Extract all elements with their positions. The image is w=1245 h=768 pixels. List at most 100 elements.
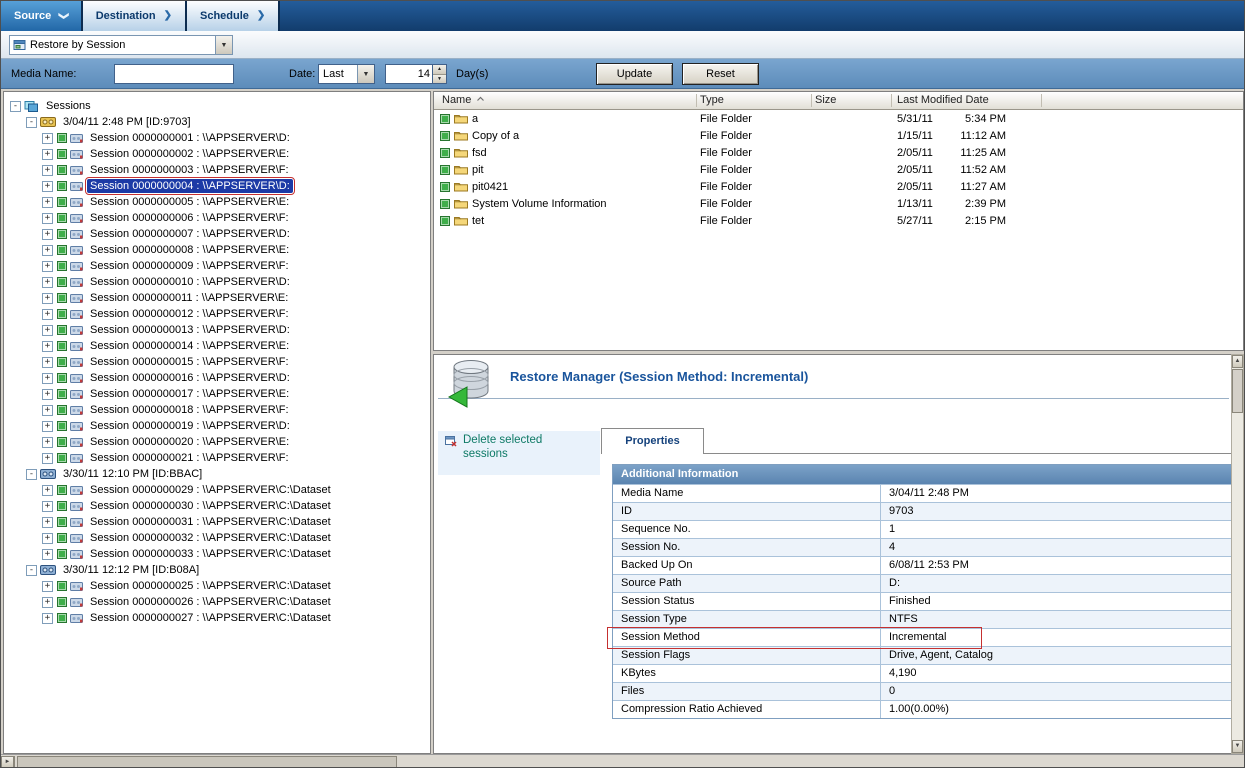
tree-session-label[interactable]: Session 0000000032 : \\APPSERVER\C:\Data… — [87, 531, 334, 545]
tree-expander-icon[interactable]: + — [42, 549, 53, 560]
tree-session-label[interactable]: Session 0000000012 : \\APPSERVER\F: — [87, 307, 292, 321]
tree-session-label[interactable]: Session 0000000011 : \\APPSERVER\E: — [87, 291, 291, 305]
tree-session-label[interactable]: Session 0000000018 : \\APPSERVER\F: — [87, 403, 292, 417]
tree-expander-icon[interactable]: + — [42, 485, 53, 496]
tree-session-label[interactable]: Session 0000000026 : \\APPSERVER\C:\Data… — [87, 595, 334, 609]
session-checkbox[interactable] — [57, 341, 67, 351]
file-checkbox[interactable] — [440, 114, 450, 124]
tree-expander-icon[interactable]: + — [42, 197, 53, 208]
scroll-up-icon[interactable]: ▲ — [1232, 355, 1243, 368]
tree-expander-icon[interactable]: + — [42, 181, 53, 192]
vertical-scrollbar[interactable]: ▲ ▼ — [1231, 354, 1244, 754]
column-divider[interactable] — [696, 94, 697, 107]
session-checkbox[interactable] — [57, 485, 67, 495]
tree-expander-icon[interactable]: + — [42, 421, 53, 432]
tree-session-label[interactable]: Session 0000000013 : \\APPSERVER\D: — [87, 323, 293, 337]
session-checkbox[interactable] — [57, 613, 67, 623]
file-name[interactable]: a — [472, 113, 478, 125]
tree-expander-icon[interactable]: - — [10, 101, 21, 112]
tree-expander-icon[interactable]: + — [42, 373, 53, 384]
session-checkbox[interactable] — [57, 581, 67, 591]
scrollbar-thumb[interactable] — [1232, 369, 1243, 413]
column-header-modified[interactable]: Last Modified Date — [897, 94, 989, 106]
tree-expander-icon[interactable]: + — [42, 133, 53, 144]
tree-session-label[interactable]: Session 0000000016 : \\APPSERVER\D: — [87, 371, 293, 385]
file-list-row[interactable]: tet File Folder 5/27/11 2:15 PM — [434, 212, 1243, 229]
file-name[interactable]: Copy of a — [472, 130, 519, 142]
tree-session-label[interactable]: Session 0000000007 : \\APPSERVER\D: — [87, 227, 293, 241]
tree-expander-icon[interactable]: + — [42, 581, 53, 592]
session-checkbox[interactable] — [57, 437, 67, 447]
media-name-input[interactable] — [114, 64, 234, 84]
column-header-name[interactable]: Name — [442, 94, 485, 106]
tab-destination[interactable]: Destination ❯ — [83, 1, 187, 31]
session-checkbox[interactable] — [57, 133, 67, 143]
file-name[interactable]: pit0421 — [472, 181, 508, 193]
tree-session-label[interactable]: Session 0000000006 : \\APPSERVER\F: — [87, 211, 292, 225]
tree-expander-icon[interactable]: + — [42, 165, 53, 176]
tree-expander-icon[interactable]: + — [42, 389, 53, 400]
horizontal-scrollbar[interactable]: ◄ ► — [1, 754, 1245, 768]
tree-session-label[interactable]: Session 0000000033 : \\APPSERVER\C:\Data… — [87, 547, 334, 561]
tree-session-label[interactable]: Session 0000000031 : \\APPSERVER\C:\Data… — [87, 515, 334, 529]
file-list-row[interactable]: System Volume Information File Folder 1/… — [434, 195, 1243, 212]
scroll-down-icon[interactable]: ▼ — [1232, 740, 1243, 753]
tree-session-label[interactable]: Session 0000000004 : \\APPSERVER\D: — [87, 179, 293, 193]
tree-expander-icon[interactable]: + — [42, 517, 53, 528]
session-checkbox[interactable] — [57, 373, 67, 383]
tree-session-label[interactable]: Session 0000000014 : \\APPSERVER\E: — [87, 339, 292, 353]
tree-session-label[interactable]: Session 0000000010 : \\APPSERVER\D: — [87, 275, 293, 289]
tree-session-label[interactable]: Session 0000000001 : \\APPSERVER\D: — [87, 131, 293, 145]
session-checkbox[interactable] — [57, 165, 67, 175]
tree-session-label[interactable]: Session 0000000002 : \\APPSERVER\E: — [87, 147, 292, 161]
file-name[interactable]: pit — [472, 164, 484, 176]
tree-session-label[interactable]: Session 0000000025 : \\APPSERVER\C:\Data… — [87, 579, 334, 593]
session-checkbox[interactable] — [57, 453, 67, 463]
file-list-row[interactable]: Copy of a File Folder 1/15/11 11:12 AM — [434, 127, 1243, 144]
session-checkbox[interactable] — [57, 197, 67, 207]
session-checkbox[interactable] — [57, 213, 67, 223]
dropdown-arrow-icon[interactable]: ▼ — [357, 65, 374, 83]
file-checkbox[interactable] — [440, 199, 450, 209]
tree-session-label[interactable]: Session 0000000030 : \\APPSERVER\C:\Data… — [87, 499, 334, 513]
tree-expander-icon[interactable]: + — [42, 149, 53, 160]
delete-sessions-link[interactable]: Delete selected — [463, 434, 542, 446]
tree-expander-icon[interactable]: + — [42, 229, 53, 240]
tree-expander-icon[interactable]: - — [26, 117, 37, 128]
tree-expander-icon[interactable]: + — [42, 437, 53, 448]
tree-expander-icon[interactable]: + — [42, 325, 53, 336]
scrollbar-thumb[interactable] — [17, 756, 397, 768]
tree-expander-icon[interactable]: - — [26, 565, 37, 576]
tree-expander-icon[interactable]: + — [42, 533, 53, 544]
tree-expander-icon[interactable]: + — [42, 597, 53, 608]
tab-properties[interactable]: Properties — [601, 428, 704, 454]
file-checkbox[interactable] — [440, 131, 450, 141]
column-divider[interactable] — [891, 94, 892, 107]
session-checkbox[interactable] — [57, 533, 67, 543]
session-checkbox[interactable] — [57, 421, 67, 431]
session-checkbox[interactable] — [57, 149, 67, 159]
tree-session-label[interactable]: Session 0000000029 : \\APPSERVER\C:\Data… — [87, 483, 334, 497]
file-name[interactable]: System Volume Information — [472, 198, 607, 210]
file-checkbox[interactable] — [440, 182, 450, 192]
tree-session-label[interactable]: Session 0000000015 : \\APPSERVER\F: — [87, 355, 292, 369]
session-checkbox[interactable] — [57, 181, 67, 191]
tree-session-label[interactable]: Session 0000000005 : \\APPSERVER\E: — [87, 195, 292, 209]
tree-expander-icon[interactable]: + — [42, 501, 53, 512]
session-checkbox[interactable] — [57, 277, 67, 287]
tree-session-label[interactable]: Session 0000000021 : \\APPSERVER\F: — [87, 451, 292, 465]
tree-expander-icon[interactable]: + — [42, 245, 53, 256]
session-checkbox[interactable] — [57, 389, 67, 399]
file-checkbox[interactable] — [440, 216, 450, 226]
file-list-row[interactable]: fsd File Folder 2/05/11 11:25 AM — [434, 144, 1243, 161]
file-checkbox[interactable] — [440, 148, 450, 158]
tree-root-label[interactable]: Sessions — [43, 99, 94, 113]
column-header-size[interactable]: Size — [815, 94, 836, 106]
delete-sessions-link-line2[interactable]: sessions — [463, 448, 508, 460]
session-checkbox[interactable] — [57, 501, 67, 511]
restore-type-combobox[interactable]: Restore by Session ▼ — [9, 35, 233, 55]
update-button[interactable]: Update — [596, 63, 673, 85]
tree-media-label[interactable]: 3/04/11 2:48 PM [ID:9703] — [60, 115, 194, 129]
file-checkbox[interactable] — [440, 165, 450, 175]
file-list-row[interactable]: a File Folder 5/31/11 5:34 PM — [434, 110, 1243, 127]
